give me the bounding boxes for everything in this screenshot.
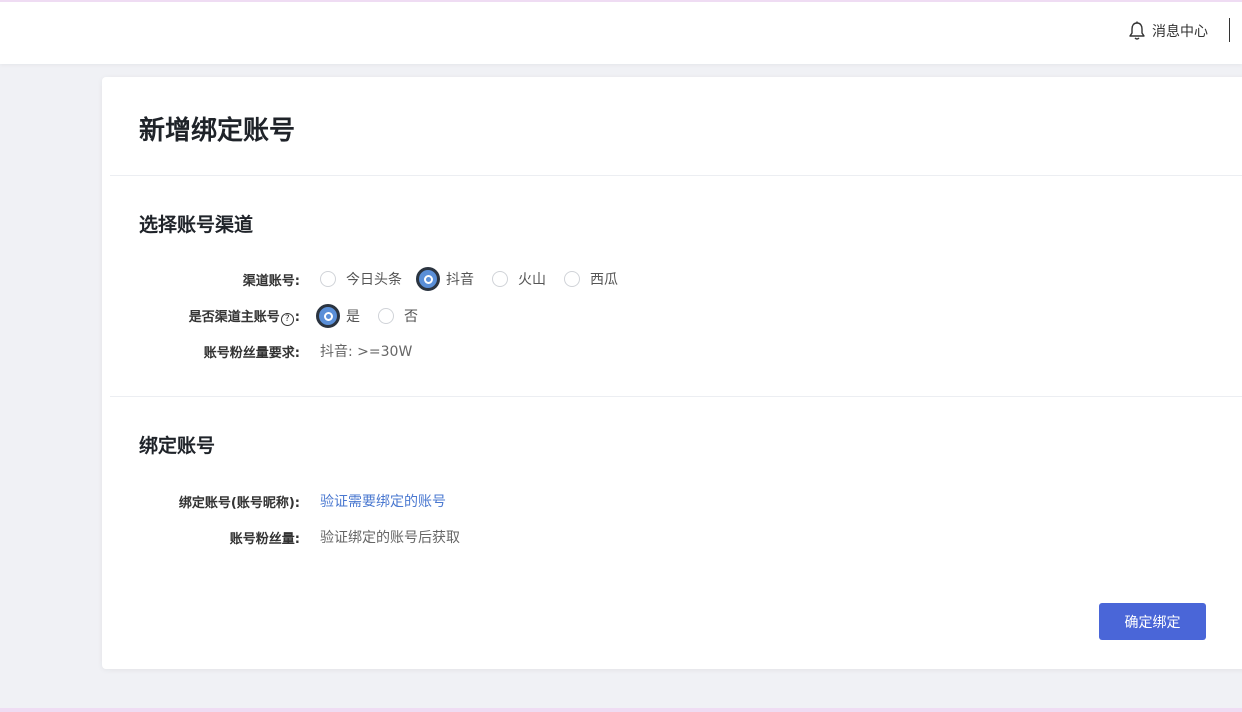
bind-fans-row: 账号粉丝量: 验证绑定的账号后获取: [102, 525, 460, 549]
bell-icon: [1128, 21, 1146, 41]
confirm-bind-button[interactable]: 确定绑定: [1099, 603, 1206, 640]
bind-account-label: 绑定账号(账号昵称):: [178, 495, 300, 511]
radio-circle-checked[interactable]: [416, 267, 440, 291]
channel-label: 渠道账号:: [242, 273, 300, 289]
label-colon: :: [294, 310, 300, 326]
section-title-channel: 选择账号渠道: [139, 214, 254, 236]
radio-label: 否: [404, 309, 418, 325]
radio-channel-toutiao[interactable]: 今日头条: [320, 269, 402, 289]
main-account-label-text: 是否渠道主账号: [188, 310, 280, 326]
fans-requirement-label: 账号粉丝量要求:: [203, 345, 300, 361]
header-divider: [1229, 18, 1230, 42]
main-account-radio-group: 是 否: [316, 304, 436, 328]
section-title-bind: 绑定账号: [139, 435, 216, 457]
page-title: 新增绑定账号: [139, 116, 296, 146]
bind-fans-label: 账号粉丝量:: [229, 531, 300, 547]
bind-account-row: 绑定账号(账号昵称): 验证需要绑定的账号: [102, 489, 446, 513]
message-center-label: 消息中心: [1152, 24, 1208, 40]
divider: [110, 175, 1242, 176]
radio-channel-douyin[interactable]: 抖音: [416, 267, 474, 291]
radio-main-account-no[interactable]: 否: [378, 306, 418, 326]
radio-main-account-yes[interactable]: 是: [316, 304, 360, 328]
radio-circle-checked[interactable]: [316, 304, 340, 328]
channel-row: 渠道账号: 今日头条 抖音 火山 西瓜: [102, 267, 636, 291]
bind-account-card: 新增绑定账号 选择账号渠道 渠道账号: 今日头条 抖音 火山 西瓜 是否渠道主账…: [102, 77, 1242, 669]
question-circle-icon[interactable]: ?: [280, 312, 294, 326]
radio-circle[interactable]: [564, 271, 580, 287]
fans-requirement-row: 账号粉丝量要求: 抖音: >=30W: [102, 339, 413, 363]
radio-circle[interactable]: [320, 271, 336, 287]
divider: [110, 396, 1242, 397]
radio-label: 抖音: [446, 272, 474, 288]
verify-account-link[interactable]: 验证需要绑定的账号: [320, 491, 446, 511]
radio-channel-huoshan[interactable]: 火山: [492, 269, 546, 289]
radio-channel-xigua[interactable]: 西瓜: [564, 269, 618, 289]
top-bar: 消息中心: [0, 0, 1242, 64]
fans-requirement-value: 抖音: >=30W: [320, 344, 413, 360]
radio-label: 今日头条: [346, 272, 402, 288]
bind-fans-value: 验证绑定的账号后获取: [320, 530, 460, 546]
radio-circle[interactable]: [378, 308, 394, 324]
radio-label: 火山: [518, 272, 546, 288]
radio-circle[interactable]: [492, 271, 508, 287]
message-center[interactable]: 消息中心: [1128, 18, 1208, 44]
channel-radio-group: 今日头条 抖音 火山 西瓜: [320, 267, 636, 291]
radio-label: 西瓜: [590, 272, 618, 288]
main-account-row: 是否渠道主账号?: 是 否: [102, 304, 436, 328]
radio-label: 是: [346, 309, 360, 325]
main-account-label: 是否渠道主账号?:: [102, 306, 300, 326]
bottom-strip: [0, 708, 1242, 712]
